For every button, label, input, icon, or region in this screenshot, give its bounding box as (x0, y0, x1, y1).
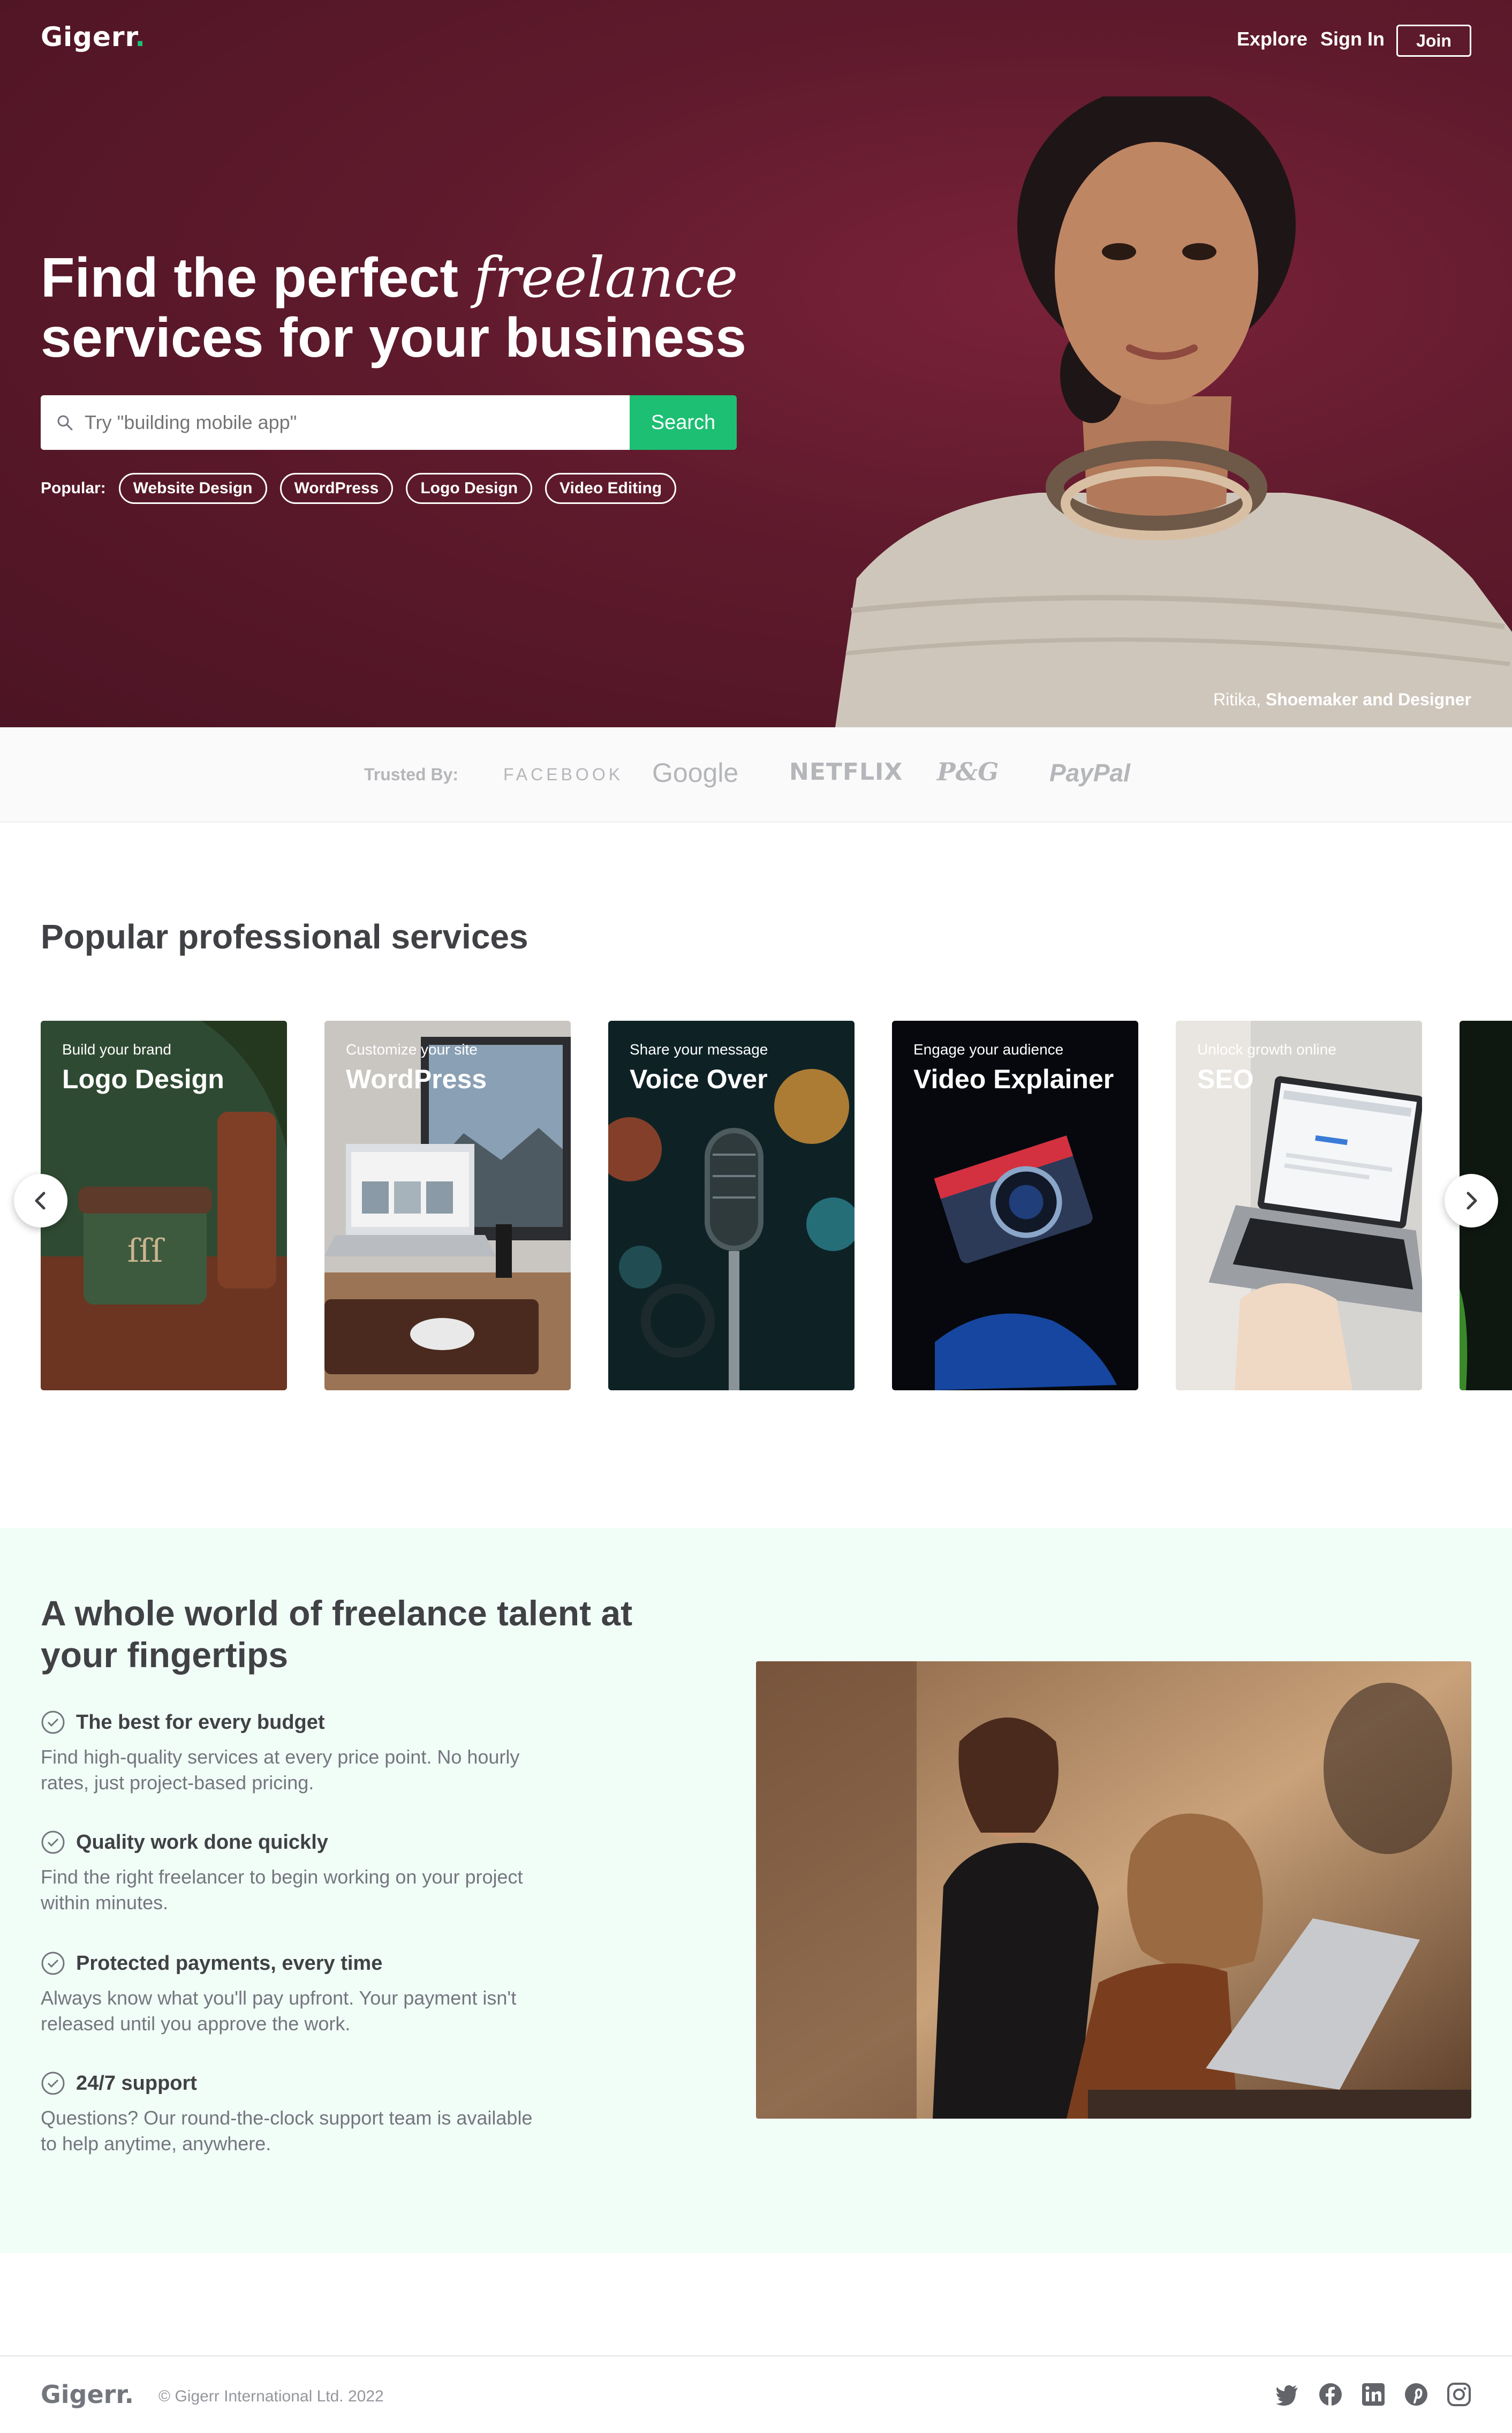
twitter-icon[interactable] (1274, 2381, 1301, 2408)
feature-support: 24/7 support Questions? Our round-the-cl… (41, 2071, 576, 2157)
feature-desc: Find high-quality services at every pric… (41, 1746, 520, 1794)
services-carousel: ſſſ Build your brand Logo Design Customi… (41, 1021, 1512, 1390)
talent-photo-image (756, 1661, 1471, 2119)
join-button[interactable]: Join (1396, 25, 1471, 57)
caption-role: Shoemaker and Designer (1265, 690, 1471, 709)
chevron-left-icon (35, 1192, 46, 1210)
caption-name: Ritika, (1213, 690, 1261, 709)
linkedin-icon[interactable] (1360, 2381, 1387, 2408)
card-title: WordPress (346, 1064, 487, 1094)
popular-tag-logo-design[interactable]: Logo Design (406, 473, 533, 504)
popular-tag-website-design[interactable]: Website Design (118, 473, 267, 504)
card-subtitle: Customize your site (346, 1041, 478, 1058)
services-title: Popular professional services (41, 917, 528, 956)
gigerr-logo[interactable]: Gigerr. (41, 21, 146, 52)
hero-title-italic: freelance (473, 245, 738, 310)
feature-quality: Quality work done quickly Find the right… (41, 1830, 576, 1916)
popular-tag-wordpress[interactable]: WordPress (279, 473, 394, 504)
feature-budget: The best for every budget Find high-qual… (41, 1710, 576, 1796)
card-subtitle: Engage your audience (913, 1041, 1064, 1058)
hero-section: Gigerr. Explore Sign In Join Find the pe… (0, 0, 1512, 727)
search-button[interactable]: Search (630, 395, 737, 450)
feature-desc: Always know what you'll pay upfront. You… (41, 1987, 517, 2035)
talent-section: A whole world of freelance talent at you… (0, 1528, 1512, 2253)
netflix-logo: NETFLIX (789, 758, 903, 786)
feature-title: Protected payments, every time (76, 1952, 383, 1975)
instagram-icon[interactable] (1446, 2381, 1472, 2408)
copyright-text: © Gigerr International Ltd. 2022 (158, 2387, 384, 2405)
facebook-logo: FACEBOOK (503, 765, 624, 784)
check-circle-icon (41, 2072, 65, 2095)
hero-portrait-image (835, 96, 1512, 727)
facebook-icon[interactable] (1317, 2381, 1344, 2408)
hero-title-part1: Find the perfect (41, 247, 474, 309)
search-bar (41, 395, 630, 450)
card-subtitle: Share your message (630, 1041, 768, 1058)
pinterest-icon[interactable] (1403, 2381, 1430, 2408)
search-input[interactable] (85, 411, 593, 434)
footer-logo-text: Gigerr (41, 2380, 125, 2409)
card-subtitle: Unlock growth online (1197, 1041, 1336, 1058)
feature-desc: Find the right freelancer to begin worki… (41, 1866, 523, 1914)
feature-desc: Questions? Our round-the-clock support t… (41, 2107, 533, 2155)
hero-title-part2: services for your business (41, 307, 746, 369)
service-card-logo-design[interactable]: ſſſ Build your brand Logo Design (41, 1021, 287, 1390)
logo-dot: . (135, 21, 146, 52)
carousel-next-button[interactable] (1445, 1174, 1498, 1227)
feature-title: The best for every budget (76, 1711, 325, 1734)
hero-title: Find the perfect freelance services for … (41, 247, 844, 368)
svg-text:ſſſ: ſſſ (127, 1232, 165, 1270)
sign-in-link[interactable]: Sign In (1320, 28, 1385, 50)
check-circle-icon (41, 1711, 65, 1734)
service-card-seo[interactable]: Unlock growth online SEO (1176, 1021, 1422, 1390)
chevron-right-icon (1466, 1192, 1477, 1210)
service-card-wordpress[interactable]: Customize your site WordPress (324, 1021, 571, 1390)
trusted-by-label: Trusted By: (364, 765, 459, 784)
talent-title: A whole world of freelance talent at you… (41, 1593, 633, 1675)
footer-logo[interactable]: Gigerr. (41, 2380, 134, 2409)
paypal-logo: PayPal (1049, 759, 1130, 787)
card-title: Logo Design (62, 1064, 224, 1094)
hero-caption: Ritika, Shoemaker and Designer (1213, 690, 1471, 710)
service-card-voice-over[interactable]: Share your message Voice Over (608, 1021, 855, 1390)
service-card-video-explainer[interactable]: Engage your audience Video Explainer (892, 1021, 1138, 1390)
logo-text: Gigerr (41, 21, 135, 52)
feature-payments: Protected payments, every time Always kn… (41, 1951, 576, 2037)
card-title: Video Explainer (913, 1064, 1114, 1094)
google-logo: Google (652, 758, 739, 788)
check-circle-icon (41, 1831, 65, 1854)
explore-link[interactable]: Explore (1237, 28, 1307, 50)
popular-tag-video-editing[interactable]: Video Editing (545, 473, 677, 504)
footer: Gigerr. © Gigerr International Ltd. 2022 (0, 2355, 1512, 2433)
top-nav: Gigerr. Explore Sign In Join (0, 0, 1512, 80)
card-title: SEO (1197, 1064, 1254, 1094)
popular-tags: Popular: Website Design WordPress Logo D… (41, 473, 689, 504)
check-circle-icon (41, 1952, 65, 1975)
card-title: Voice Over (630, 1064, 768, 1094)
popular-label: Popular: (41, 479, 106, 497)
search-icon (57, 415, 73, 431)
feature-title: Quality work done quickly (76, 1831, 328, 1854)
feature-title: 24/7 support (76, 2072, 197, 2095)
pg-logo: P&G (937, 757, 999, 786)
footer-logo-dot: . (124, 2380, 134, 2409)
carousel-prev-button[interactable] (14, 1174, 67, 1227)
card-subtitle: Build your brand (62, 1041, 171, 1058)
trusted-by-bar: Trusted By: FACEBOOK Google NETFLIX P&G … (0, 727, 1512, 823)
